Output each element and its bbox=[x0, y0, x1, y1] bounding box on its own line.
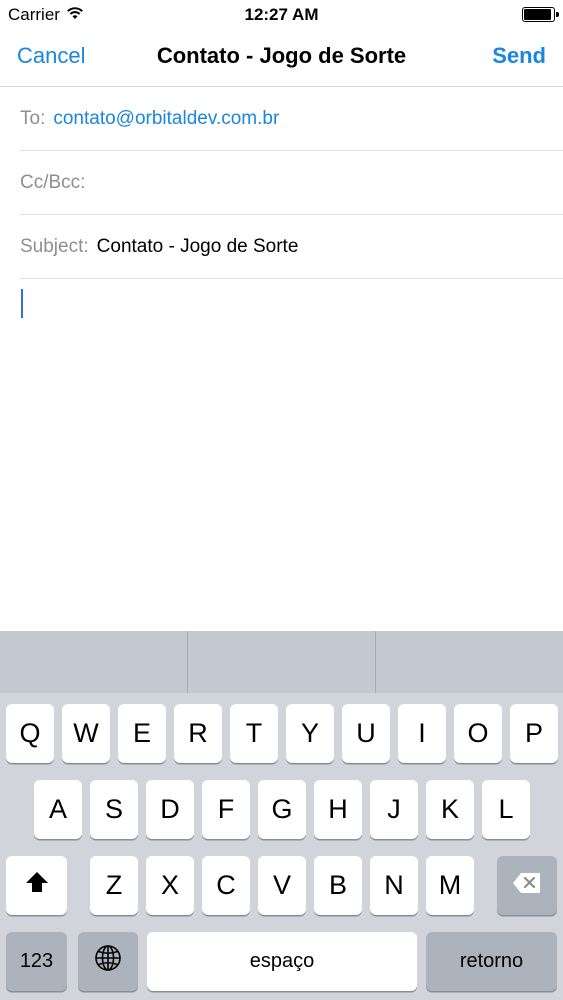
key-x[interactable]: X bbox=[146, 856, 194, 915]
to-field[interactable]: To: contato@orbitaldev.com.br bbox=[20, 87, 563, 151]
subject-label: Subject: bbox=[20, 235, 89, 257]
key-a[interactable]: A bbox=[34, 780, 82, 839]
key-d[interactable]: D bbox=[146, 780, 194, 839]
key-c[interactable]: C bbox=[202, 856, 250, 915]
cc-bcc-field[interactable]: Cc/Bcc: bbox=[20, 151, 563, 215]
key-g[interactable]: G bbox=[258, 780, 306, 839]
key-m[interactable]: M bbox=[426, 856, 474, 915]
key-s[interactable]: S bbox=[90, 780, 138, 839]
key-t[interactable]: T bbox=[230, 704, 278, 763]
suggestion-slot[interactable] bbox=[0, 631, 188, 693]
key-r[interactable]: R bbox=[174, 704, 222, 763]
key-n[interactable]: N bbox=[370, 856, 418, 915]
key-w[interactable]: W bbox=[62, 704, 110, 763]
key-b[interactable]: B bbox=[314, 856, 362, 915]
shift-key[interactable] bbox=[6, 856, 67, 915]
key-f[interactable]: F bbox=[202, 780, 250, 839]
nav-bar: Cancel Contato - Jogo de Sorte Send bbox=[0, 30, 563, 87]
key-i[interactable]: I bbox=[398, 704, 446, 763]
to-recipient[interactable]: contato@orbitaldev.com.br bbox=[53, 108, 279, 130]
key-e[interactable]: E bbox=[118, 704, 166, 763]
battery-fill bbox=[524, 9, 552, 20]
cc-bcc-input[interactable] bbox=[93, 151, 563, 214]
shift-arrow-icon bbox=[24, 870, 50, 901]
key-q[interactable]: Q bbox=[6, 704, 54, 763]
key-k[interactable]: K bbox=[426, 780, 474, 839]
battery-icon bbox=[522, 7, 559, 22]
cc-bcc-label: Cc/Bcc: bbox=[20, 171, 86, 193]
suggestion-bar bbox=[0, 631, 563, 693]
key-p[interactable]: P bbox=[510, 704, 558, 763]
suggestion-slot[interactable] bbox=[376, 631, 563, 693]
send-button[interactable]: Send bbox=[492, 43, 546, 69]
key-o[interactable]: O bbox=[454, 704, 502, 763]
status-time: 12:27 AM bbox=[244, 5, 319, 24]
globe-icon bbox=[94, 944, 122, 979]
message-body[interactable] bbox=[0, 279, 563, 631]
key-v[interactable]: V bbox=[258, 856, 306, 915]
subject-value[interactable]: Contato - Jogo de Sorte bbox=[97, 236, 299, 258]
key-l[interactable]: L bbox=[482, 780, 530, 839]
globe-key[interactable] bbox=[78, 932, 138, 991]
numbers-key[interactable]: 123 bbox=[6, 932, 67, 991]
space-key[interactable]: espaço bbox=[147, 932, 417, 991]
return-key[interactable]: retorno bbox=[426, 932, 557, 991]
key-z[interactable]: Z bbox=[90, 856, 138, 915]
key-j[interactable]: J bbox=[370, 780, 418, 839]
subject-field[interactable]: Subject: Contato - Jogo de Sorte bbox=[20, 215, 563, 279]
status-bar: Carrier 12:27 AM bbox=[0, 0, 563, 30]
delete-key[interactable] bbox=[497, 856, 557, 915]
key-y[interactable]: Y bbox=[286, 704, 334, 763]
key-h[interactable]: H bbox=[314, 780, 362, 839]
key-u[interactable]: U bbox=[342, 704, 390, 763]
suggestion-slot[interactable] bbox=[188, 631, 376, 693]
to-label: To: bbox=[20, 107, 46, 129]
cancel-button[interactable]: Cancel bbox=[17, 43, 85, 69]
backspace-icon bbox=[512, 870, 542, 901]
text-cursor bbox=[21, 289, 23, 318]
